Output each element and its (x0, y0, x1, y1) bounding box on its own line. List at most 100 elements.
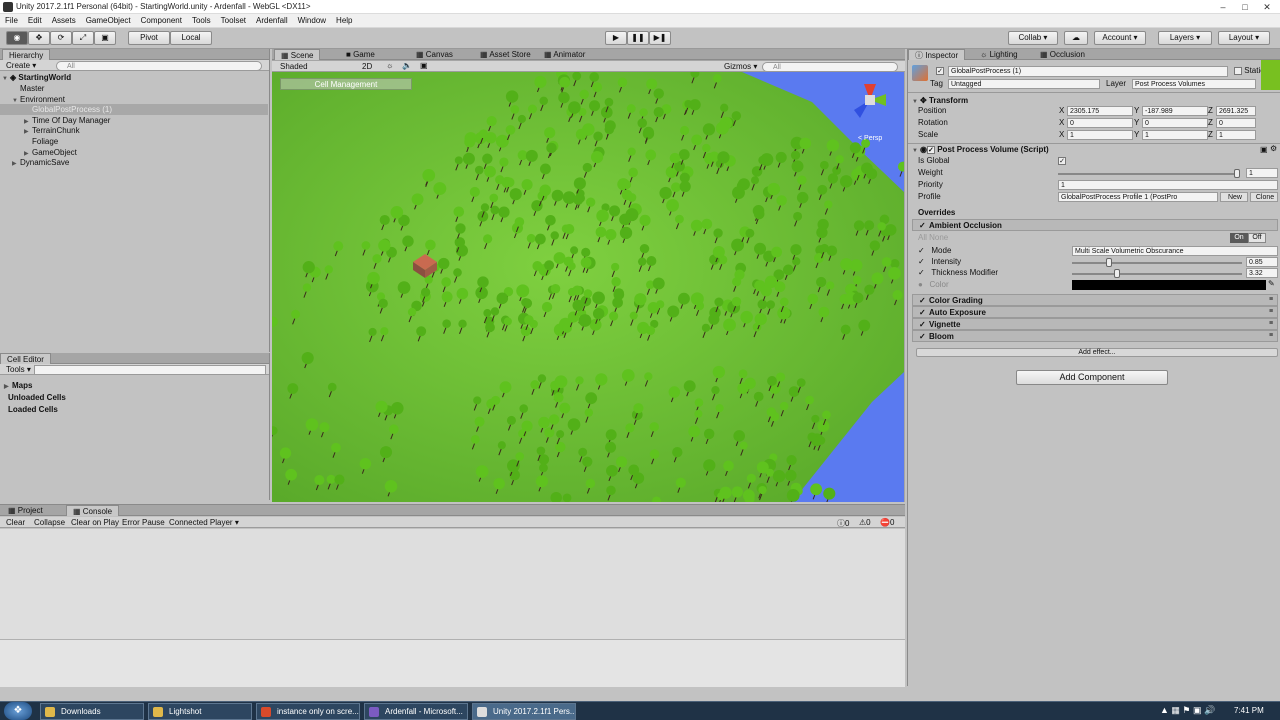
close-button[interactable]: ✕ (1256, 0, 1278, 14)
scale-x-field[interactable]: 1 (1067, 130, 1133, 140)
ao-thickness-check[interactable]: ✓ (918, 268, 925, 277)
priority-field[interactable]: 1 (1058, 180, 1278, 190)
perspective-label[interactable]: < Persp (858, 135, 882, 142)
hierarchy-search-input[interactable]: All (56, 61, 262, 71)
add-effect-button[interactable]: Add effect... (916, 348, 1278, 357)
scene-root[interactable]: ▼ ◈ StartingWorld (2, 72, 268, 83)
cloud-icon[interactable]: ☁ (1064, 31, 1088, 45)
pivot-toggle[interactable]: Pivot (128, 31, 170, 45)
taskbar-app-button[interactable]: instance only on scre... (256, 703, 360, 720)
position-y-field[interactable]: -187.989 (1142, 106, 1208, 116)
hierarchy-item[interactable]: ▶ TerrainChunk (0, 125, 268, 136)
cell-management-button[interactable]: Cell Management (280, 78, 412, 90)
gizmos-dropdown[interactable]: Gizmos ▾ (724, 62, 757, 71)
ao-intensity-check[interactable]: ✓ (918, 257, 925, 266)
taskbar-app-button[interactable]: Ardenfall - Microsoft... (364, 703, 468, 720)
tab-cell-editor[interactable]: Cell Editor (0, 353, 51, 364)
is-global-checkbox[interactable]: ✓ (1058, 157, 1066, 165)
scene-search-input[interactable]: All (762, 62, 898, 72)
eyedropper-icon[interactable]: ✎ (1268, 279, 1275, 288)
tab-hierarchy[interactable]: Hierarchy (2, 49, 51, 60)
gear-icon[interactable]: ⚙ (1270, 144, 1277, 153)
hierarchy-item[interactable]: GlobalPostProcess (1) (0, 104, 268, 116)
maximize-button[interactable]: □ (1234, 0, 1256, 14)
clear-on-play-toggle[interactable]: Clear on Play (71, 518, 119, 527)
scale-y-field[interactable]: 1 (1142, 130, 1208, 140)
rotation-y-field[interactable]: 0 (1142, 118, 1208, 128)
effect-menu-icon[interactable]: ≡ (1269, 296, 1273, 303)
taskbar-app-button[interactable]: Unity 2017.2.1f1 Pers... (472, 703, 576, 720)
scale-tool-icon[interactable]: ⤢ (72, 31, 94, 45)
layers-dropdown[interactable]: Layers ▾ (1158, 31, 1212, 45)
effects-toggle-icon[interactable]: ▣ (420, 61, 428, 70)
profile-field[interactable]: GlobalPostProcess Profile 1 (PostPro (1058, 192, 1218, 202)
hierarchy-item[interactable]: ▼ Environment (0, 94, 268, 105)
foldout-arrow-icon[interactable]: ▶ (12, 159, 20, 170)
step-button[interactable]: ▶❚ (649, 31, 671, 45)
clock[interactable]: 7:41 PM (1234, 706, 1264, 715)
rotation-z-field[interactable]: 0 (1216, 118, 1256, 128)
ao-mode-dropdown[interactable]: Multi Scale Volumetric Obscurance (1072, 246, 1278, 256)
local-toggle[interactable]: Local (170, 31, 212, 45)
effect-enabled-check[interactable]: ✓ (919, 296, 926, 305)
clone-profile-button[interactable]: Clone (1250, 192, 1278, 202)
tab-canvas[interactable]: ▦ Canvas (410, 49, 459, 60)
tray-icons[interactable]: ▲ ▦ ⚑ ▣ 🔊 (1160, 705, 1215, 716)
menu-assets[interactable]: Assets (47, 14, 81, 28)
effect-menu-icon[interactable]: ≡ (1269, 308, 1273, 315)
tab-asset-store[interactable]: ▦ Asset Store (474, 49, 537, 60)
ao-intensity-field[interactable]: 0.85 (1246, 257, 1278, 267)
tab-occlusion[interactable]: ▦ Occlusion (1034, 49, 1091, 60)
hierarchy-item[interactable]: ▶ Time Of Day Manager (0, 115, 268, 126)
ao-on-button[interactable]: On (1230, 233, 1248, 243)
mode-2d-toggle[interactable]: 2D (362, 62, 372, 71)
effect-header[interactable]: ✓ Vignette ≡ (912, 318, 1278, 330)
effect-enabled-check[interactable]: ✓ (919, 308, 926, 317)
shading-mode-dropdown[interactable]: Shaded (280, 62, 308, 71)
effect-menu-icon[interactable]: ≡ (1269, 332, 1273, 339)
minimize-button[interactable]: – (1212, 0, 1234, 14)
position-x-field[interactable]: 2305.175 (1067, 106, 1133, 116)
account-dropdown[interactable]: Account ▾ (1094, 31, 1146, 45)
tab-project[interactable]: ▦ Project (2, 505, 49, 516)
ao-thickness-field[interactable]: 3.32 (1246, 268, 1278, 278)
ambient-occlusion-header[interactable]: ✓ Ambient Occlusion (912, 219, 1278, 231)
scene-viewport[interactable]: Cell Management < Persp (272, 72, 904, 502)
unloaded-cells-label[interactable]: Unloaded Cells (8, 392, 66, 403)
menu-help[interactable]: Help (331, 14, 357, 28)
scene-orientation-gizmo[interactable] (850, 80, 890, 120)
tag-dropdown[interactable]: Untagged (948, 79, 1100, 89)
menu-edit[interactable]: Edit (23, 14, 47, 28)
menu-window[interactable]: Window (293, 14, 331, 28)
pause-button[interactable]: ❚❚ (627, 31, 649, 45)
create-dropdown[interactable]: Create ▾ (6, 61, 36, 70)
new-profile-button[interactable]: New (1220, 192, 1248, 202)
effect-enabled-check[interactable]: ✓ (919, 332, 926, 341)
tab-lighting[interactable]: ☼ Lighting (974, 49, 1024, 60)
taskbar-app-button[interactable]: Downloads (40, 703, 144, 720)
error-count-toggle[interactable]: ⛔0 (880, 518, 894, 527)
ao-off-button[interactable]: Off (1248, 233, 1266, 243)
clear-button[interactable]: Clear (6, 518, 25, 527)
ao-intensity-slider[interactable] (1072, 262, 1242, 264)
collab-button[interactable]: Collab ▾ (1008, 31, 1058, 45)
add-component-button[interactable]: Add Component (1016, 370, 1168, 385)
menu-toolset[interactable]: Toolset (216, 14, 251, 28)
collapse-toggle[interactable]: Collapse (34, 518, 65, 527)
ao-thickness-slider[interactable] (1072, 273, 1242, 275)
play-button[interactable]: ▶ (605, 31, 627, 45)
active-checkbox[interactable]: ✓ (936, 67, 944, 75)
view-tool-icon[interactable]: ◉ (6, 31, 28, 45)
effect-header[interactable]: ✓ Auto Exposure ≡ (912, 306, 1278, 318)
ao-mode-check[interactable]: ✓ (918, 246, 925, 255)
rotate-tool-icon[interactable]: ⟳ (50, 31, 72, 45)
ao-color-dot[interactable]: ● (918, 280, 923, 289)
console-log-area[interactable] (0, 529, 905, 639)
tab-game[interactable]: ■ Game (340, 49, 381, 60)
tab-animator[interactable]: ▦ Animator (538, 49, 591, 60)
warning-count-toggle[interactable]: ⚠0 (859, 518, 871, 527)
weight-slider-thumb[interactable] (1234, 169, 1240, 178)
menu-tools[interactable]: Tools (187, 14, 216, 28)
menu-ardenfall[interactable]: Ardenfall (251, 14, 293, 28)
hierarchy-item[interactable]: ▶ DynamicSave (0, 157, 268, 168)
